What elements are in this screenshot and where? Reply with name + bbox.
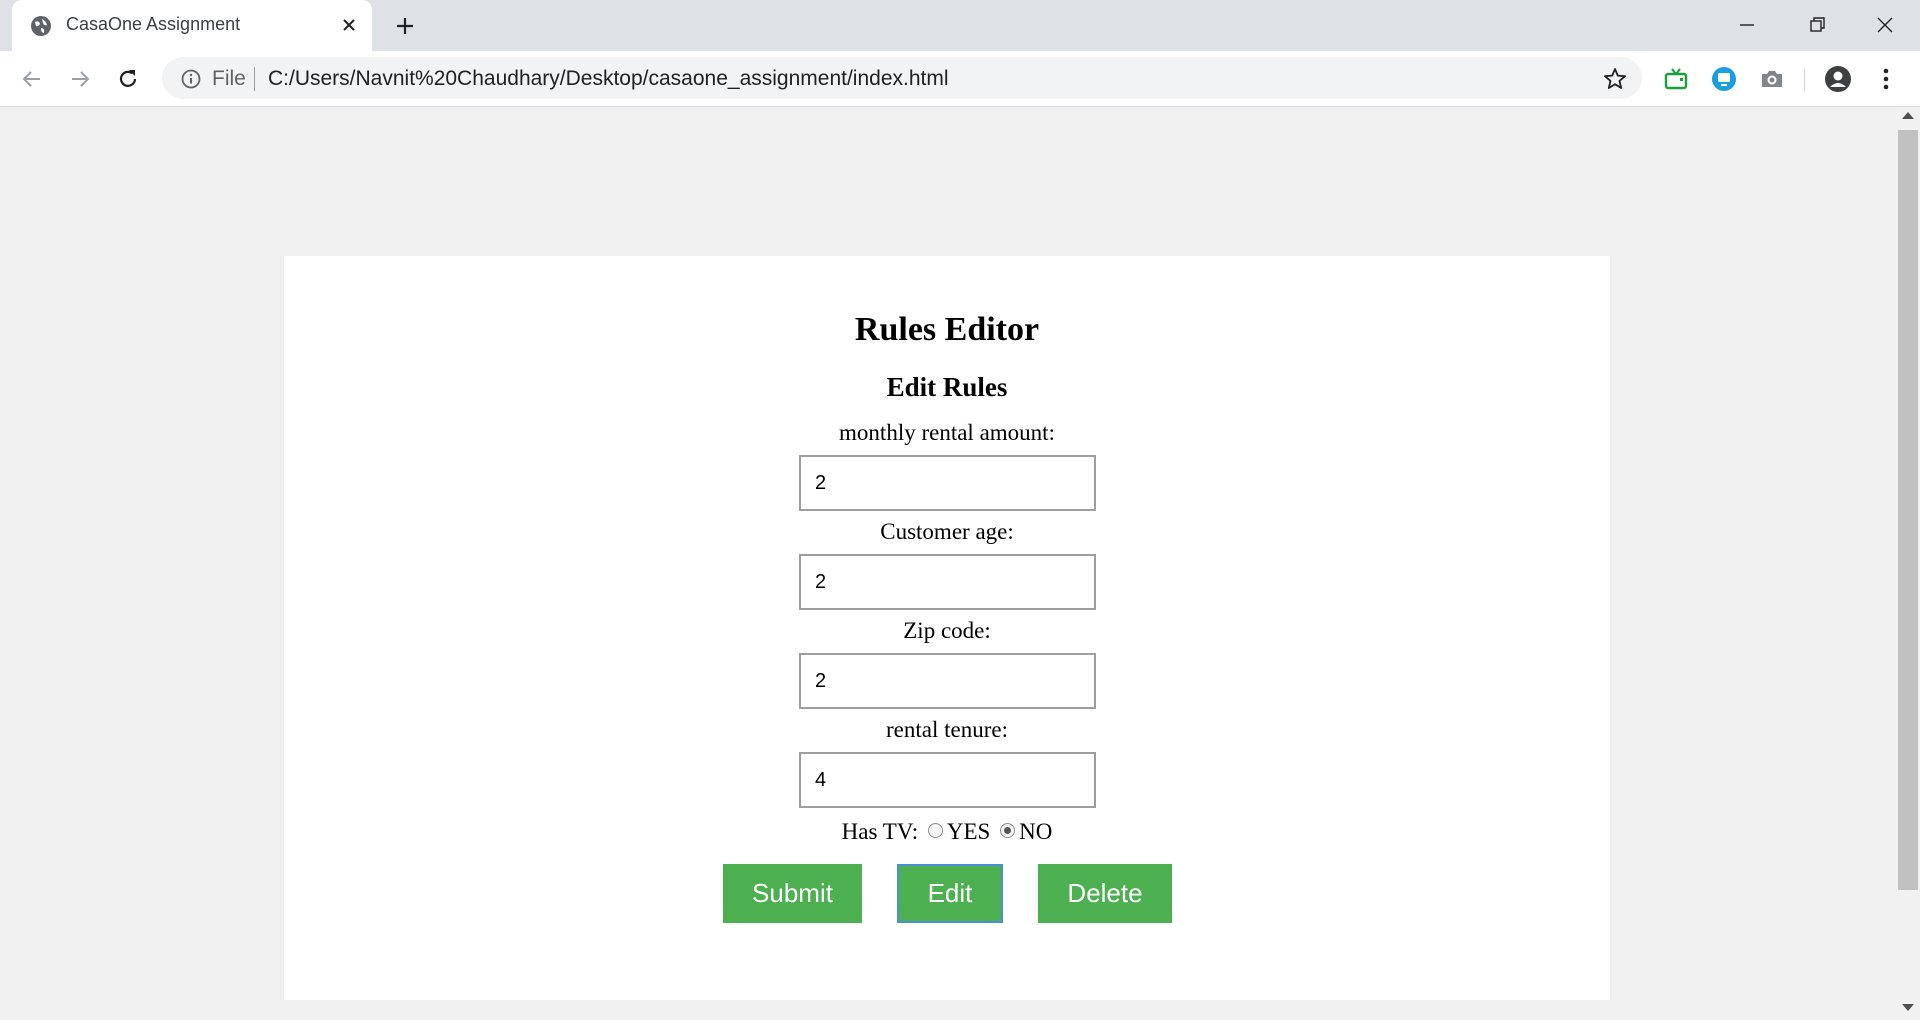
zip-code-label: Zip code: [903,618,991,643]
profile-avatar-icon[interactable] [1824,65,1852,93]
has-tv-yes-radio[interactable] [927,823,943,838]
info-icon[interactable] [180,68,202,90]
page-title: Rules Editor [854,311,1040,348]
file-label: File [212,67,246,90]
tv-extension-icon[interactable] [1662,65,1690,93]
monthly-rental-input[interactable] [799,455,1096,511]
back-icon[interactable] [18,65,46,93]
camera-extension-icon[interactable] [1758,65,1786,93]
cast-extension-icon[interactable] [1710,65,1738,93]
toolbar-separator [1804,68,1805,92]
globe-icon [31,16,51,36]
submit-button[interactable]: Submit [723,864,862,923]
rental-tenure-label: rental tenure: [886,717,1008,742]
rules-editor-card: Rules Editor Edit Rules monthly rental a… [284,256,1610,1000]
scroll-down-arrow-icon[interactable] [1902,1004,1914,1011]
rental-tenure-input[interactable] [799,752,1096,808]
minimize-icon[interactable] [1732,10,1762,40]
tab-title: CasaOne Assignment [66,14,241,34]
reload-icon[interactable] [114,65,142,93]
has-tv-no-label: NO [1019,819,1053,844]
monthly-rental-label: monthly rental amount: [839,420,1055,445]
has-tv-yes-label: YES [946,819,991,844]
scrollbar-thumb[interactable] [1898,130,1918,890]
browser-tab[interactable]: CasaOne Assignment [12,0,372,51]
scroll-up-arrow-icon[interactable] [1902,112,1914,119]
browser-toolbar: File C:/Users/Navnit%20Chaudhary/Desktop… [0,51,1920,107]
zip-code-input[interactable] [799,653,1096,709]
has-tv-label: Has TV: [841,819,919,844]
delete-button[interactable]: Delete [1038,864,1172,923]
url-text[interactable]: C:/Users/Navnit%20Chaudhary/Desktop/casa… [268,67,949,91]
customer-age-input[interactable] [799,554,1096,610]
close-tab-icon[interactable] [338,14,360,36]
bookmark-star-icon[interactable] [1602,66,1628,92]
forward-icon[interactable] [66,65,94,93]
menu-dots-icon[interactable] [1872,65,1900,93]
has-tv-no-radio[interactable] [1000,823,1016,838]
customer-age-label: Customer age: [880,519,1014,544]
edit-button[interactable]: Edit [897,864,1003,923]
new-tab-icon[interactable] [392,13,418,39]
tab-strip: CasaOne Assignment [0,0,1920,51]
restore-icon[interactable] [1802,10,1832,40]
has-tv-group: Has TV: YES NO [284,819,1610,845]
address-bar[interactable]: File C:/Users/Navnit%20Chaudhary/Desktop… [162,57,1642,99]
close-window-icon[interactable] [1870,10,1900,40]
address-separator [254,67,255,91]
section-subtitle: Edit Rules [886,372,1008,402]
